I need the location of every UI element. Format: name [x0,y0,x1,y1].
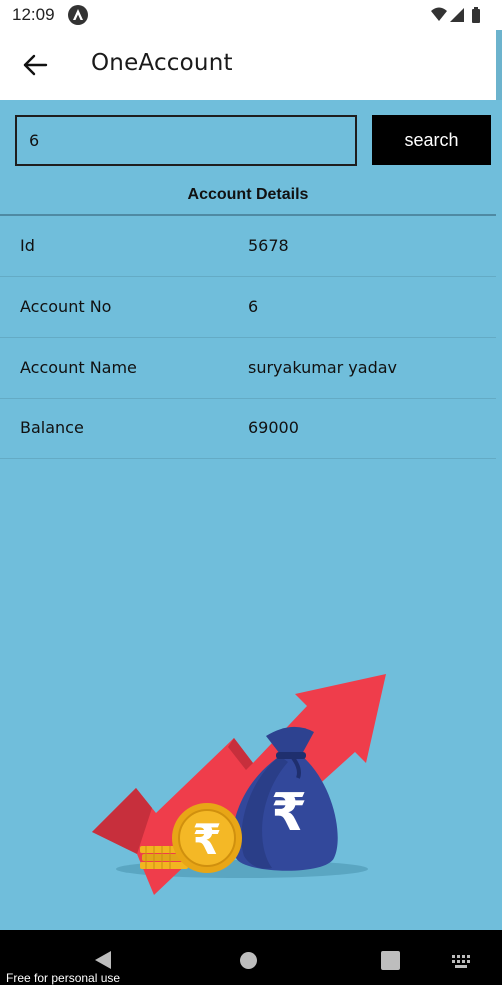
status-time: 12:09 [12,5,55,24]
detail-row-balance: Balance 69000 [0,398,496,459]
detail-label: Account Name [20,358,137,377]
signal-icon [450,8,464,22]
search-input[interactable] [15,115,357,166]
svg-text:₹: ₹ [192,815,221,864]
detail-label: Balance [20,418,84,437]
detail-label: Account No [20,297,112,316]
wifi-icon [431,7,447,21]
detail-row-account-name: Account Name suryakumar yadav [0,338,496,399]
detail-row-account-no: Account No 6 [0,277,496,338]
svg-text:₹: ₹ [271,783,307,843]
detail-value: 69000 [248,418,299,437]
watermark-text: Free for personal use [6,971,125,985]
back-arrow-icon[interactable] [18,48,54,82]
app-bar-edge [496,30,502,100]
page-title: OneAccount [91,50,233,76]
app-notification-icon [68,5,88,25]
section-title: Account Details [187,186,309,203]
battery-icon [472,7,480,23]
keyboard-icon[interactable] [452,954,472,973]
rupee-coin-icon: ₹ [172,803,242,873]
status-bar: 12:09 [0,0,502,30]
detail-row-id: Id 5678 [0,216,496,277]
detail-value: 5678 [248,236,289,255]
detail-value: suryakumar yadav [248,358,397,377]
money-growth-illustration: ₹ ₹ [76,606,418,930]
nav-recents-icon[interactable] [381,951,400,970]
app-bar: OneAccount [0,30,496,100]
search-button[interactable]: search [372,115,491,165]
detail-label: Id [20,236,35,255]
detail-value: 6 [248,297,259,316]
nav-home-icon[interactable] [240,952,257,969]
status-icons [430,6,490,24]
